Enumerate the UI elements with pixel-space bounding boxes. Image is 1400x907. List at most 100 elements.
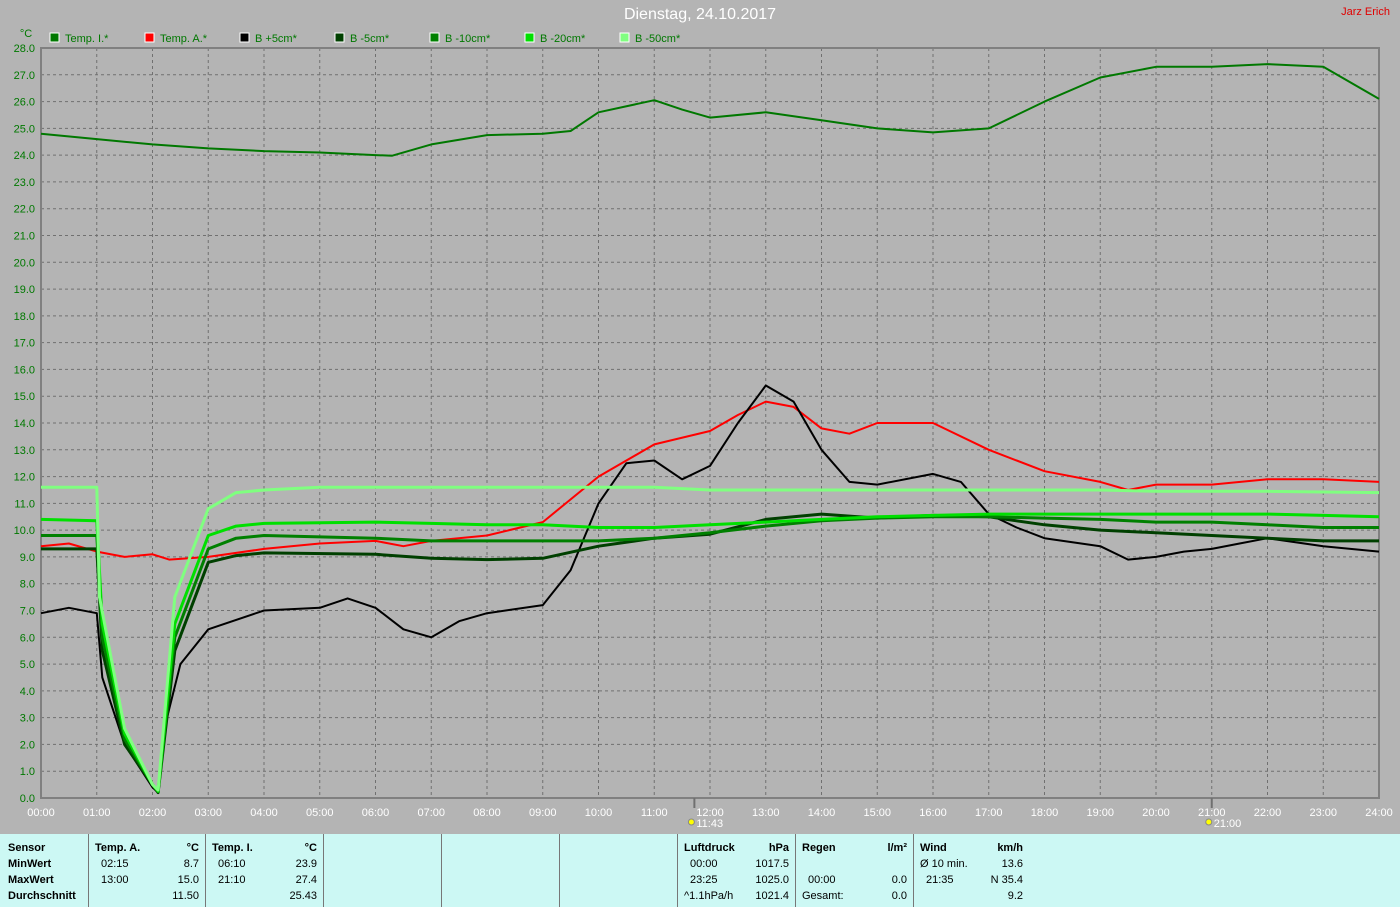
y-tick-label: 23.0 [14, 177, 35, 189]
y-tick-label: 24.0 [14, 150, 35, 162]
y-tick-label: 5.0 [20, 659, 35, 671]
x-tick-label: 22:00 [1254, 807, 1282, 819]
x-tick-label: 23:00 [1309, 807, 1337, 819]
x-tick-label: 03:00 [194, 807, 222, 819]
min-time: 00:00 [690, 858, 718, 870]
y-tick-label: 2.0 [20, 739, 35, 751]
x-tick-label: 19:00 [1086, 807, 1114, 819]
y-tick-label: 4.0 [20, 686, 35, 698]
legend-swatch [144, 32, 155, 43]
legend-label: B -10cm* [445, 33, 491, 45]
avg-value: 25.43 [289, 890, 317, 902]
x-tick-label: 08:00 [473, 807, 501, 819]
empty-column [441, 834, 559, 907]
max-time: 13:00 [101, 874, 129, 886]
y-tick-label: 14.0 [14, 418, 35, 430]
chart: 0.0 1.0 2.0 3.0 4.0 5.0 6.0 7.0 8.0 9.0 10.0 11.0 12… [14, 28, 1393, 830]
legend-label: Temp. A.* [160, 33, 208, 45]
min-time: 06:10 [218, 858, 246, 870]
legend-label: B -50cm* [635, 33, 681, 45]
min-value: 1017.5 [755, 858, 789, 870]
header: Temp. A. [95, 842, 141, 854]
annotation-label: 21:00 [1214, 818, 1242, 830]
y-tick-label: 7.0 [20, 606, 35, 618]
sun-moon-icon [687, 818, 695, 826]
x-tick-label: 04:00 [250, 807, 278, 819]
y-tick-label: 15.0 [14, 391, 35, 403]
unit: l/m² [887, 842, 907, 854]
y-tick-label: 19.0 [14, 284, 35, 296]
unit: hPa [768, 842, 789, 854]
x-tick-label: 17:00 [975, 807, 1003, 819]
x-tick-label: 06:00 [362, 807, 390, 819]
legend-label: B -5cm* [350, 33, 390, 45]
y-tick-label: 28.0 [14, 43, 35, 55]
wind-column: Wind km/h Ø 10 min. 13.6 21:35 N 35.4 9.… [913, 834, 1031, 907]
avg-value: 11.50 [172, 890, 199, 902]
avg10-label: Ø 10 min. [920, 858, 968, 870]
x-tick-label: 00:00 [27, 807, 55, 819]
legend-label: B -20cm* [540, 33, 586, 45]
max-value: 1025.0 [755, 874, 789, 886]
unit: °C [186, 842, 199, 854]
row-avg-label: Durchschnitt [8, 890, 76, 902]
empty-column [323, 834, 441, 907]
x-tick-label: 18:00 [1031, 807, 1059, 819]
max-time: 00:00 [808, 874, 836, 886]
temp-a-column: Temp. A. °C 02:15 8.7 13:00 15.0 11.50 [88, 834, 205, 907]
avg10-value: 13.6 [1001, 858, 1023, 870]
y-tick-label: 18.0 [14, 311, 35, 323]
max-value: N 35.4 [990, 874, 1023, 886]
legend-swatch [429, 32, 440, 43]
legend-label: Temp. I.* [65, 33, 109, 45]
x-tick-label: 15:00 [863, 807, 891, 819]
y-tick-label: 13.0 [14, 445, 35, 457]
x-tick-label: 05:00 [306, 807, 334, 819]
legend-swatch [49, 32, 60, 43]
x-tick-label: 09:00 [529, 807, 557, 819]
row-max-label: MaxWert [8, 874, 54, 886]
y-tick-label: 16.0 [14, 364, 35, 376]
max-value: 15.0 [177, 874, 199, 886]
y-tick-label: 26.0 [14, 97, 35, 109]
max-value: 27.4 [295, 874, 317, 886]
y-tick-label: 6.0 [20, 632, 35, 644]
y-tick-label: 8.0 [20, 579, 35, 591]
unit: km/h [997, 842, 1023, 854]
header: Luftdruck [684, 842, 735, 854]
y-tick-label: 12.0 [14, 472, 35, 484]
x-tick-label: 01:00 [83, 807, 111, 819]
stats-table: Sensor MinWert MaxWert Durchschnitt Temp… [0, 834, 1400, 907]
y-tick-label: 25.0 [14, 123, 35, 135]
max-value: 0.0 [891, 874, 907, 886]
header: Wind [920, 842, 947, 854]
x-tick-label: 13:00 [752, 807, 780, 819]
y-tick-label: 10.0 [14, 525, 35, 537]
x-tick-label: 16:00 [919, 807, 947, 819]
annotation-label: 11:43 [696, 818, 723, 830]
avg-value: 9.2 [1007, 890, 1023, 902]
x-tick-label: 02:00 [139, 807, 167, 819]
temp-i-column: Temp. I. °C 06:10 23.9 21:10 27.4 25.43 [205, 834, 323, 907]
y-tick-label: 9.0 [20, 552, 35, 564]
y-tick-label: 21.0 [14, 231, 35, 243]
sun-moon-icon [1205, 818, 1213, 826]
y-tick-label: 1.0 [20, 766, 35, 778]
y-tick-label: 11.0 [14, 498, 35, 510]
y-tick-label: 22.0 [14, 204, 35, 216]
avg-value: 1021.4 [755, 890, 789, 902]
legend-label: B +5cm* [255, 33, 298, 45]
min-value: 23.9 [295, 858, 317, 870]
max-time: 21:35 [926, 874, 954, 886]
x-tick-label: 10:00 [585, 807, 613, 819]
total-value: 0.0 [891, 890, 907, 902]
legend-swatch [619, 32, 630, 43]
min-value: 8.7 [183, 858, 199, 870]
trend: ^1.1hPa/h [684, 890, 734, 902]
header: Temp. I. [212, 842, 253, 854]
y-tick-label: 0.0 [20, 793, 35, 805]
x-tick-label: 20:00 [1142, 807, 1170, 819]
unit: °C [304, 842, 317, 854]
y-tick-label: 20.0 [14, 257, 35, 269]
max-time: 23:25 [690, 874, 718, 886]
